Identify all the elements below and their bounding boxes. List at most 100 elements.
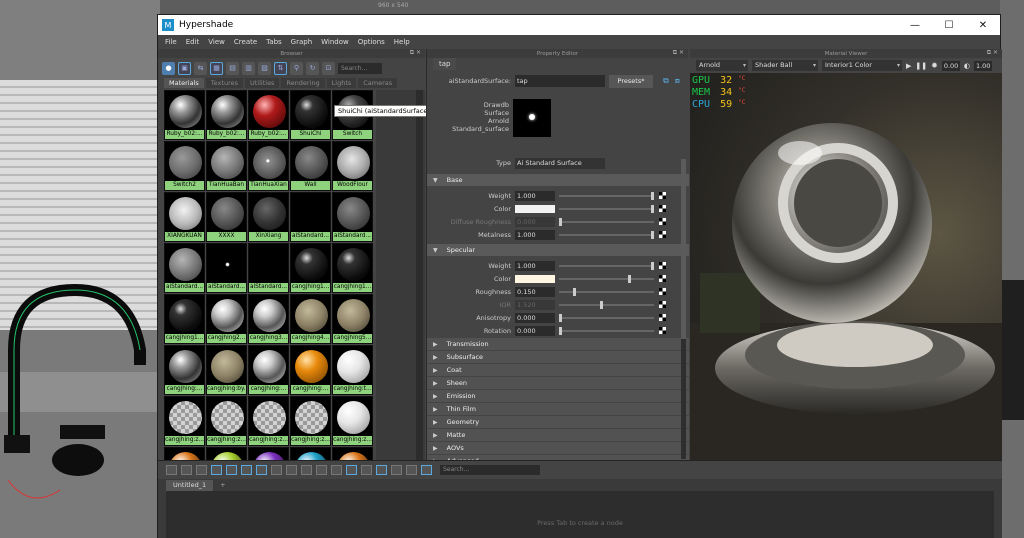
grid-icon[interactable] — [361, 465, 372, 475]
numeric-field[interactable]: 1.000 — [515, 229, 555, 240]
material-swatch[interactable]: cangjhing3... — [248, 294, 289, 344]
material-swatch[interactable]: cangjhing4... — [290, 294, 331, 344]
menu-view[interactable]: View — [208, 38, 225, 46]
attribute-slider[interactable] — [559, 300, 654, 309]
attribute-slider[interactable] — [559, 204, 654, 213]
material-swatch[interactable]: cangjhing:z... — [332, 396, 373, 446]
attribute-slider[interactable] — [559, 313, 654, 322]
presets-button[interactable]: Presets* — [609, 74, 653, 88]
grid-view-icon[interactable]: ▥ — [242, 61, 255, 75]
focus-icon[interactable]: ⧈ — [675, 76, 680, 86]
minimize-button[interactable]: — — [898, 20, 932, 31]
material-swatch[interactable]: cangjhing:... — [248, 345, 289, 395]
material-swatch[interactable]: cangjhing:... — [290, 345, 331, 395]
panel-float-close-icon[interactable]: ⧉ ✕ — [410, 49, 421, 57]
node-graph-canvas[interactable]: Press Tab to create a node — [166, 491, 994, 538]
filter-icon[interactable]: ⚲ — [290, 61, 303, 75]
menu-tabs[interactable]: Tabs — [266, 38, 282, 46]
tab-utilities[interactable]: Utilities — [244, 78, 280, 88]
material-swatch[interactable]: cangjhing:z... — [248, 396, 289, 446]
material-swatch[interactable]: TianHuaBan — [206, 141, 247, 191]
map-button-icon[interactable] — [659, 218, 666, 225]
slider-handle[interactable] — [559, 326, 562, 335]
snap-icon[interactable] — [376, 465, 387, 475]
numeric-field[interactable]: 0.150 — [515, 286, 555, 297]
slider-handle[interactable] — [572, 287, 576, 296]
scrollbar-thumb[interactable] — [681, 159, 686, 339]
collapsed-section[interactable]: ▶ Coat — [427, 364, 689, 376]
pause-icon[interactable]: ❚❚ — [915, 62, 927, 70]
material-swatch[interactable]: cangjhing:z... — [290, 396, 331, 446]
color-swatch-field[interactable] — [515, 204, 555, 213]
gamma-field[interactable]: 1.00 — [973, 60, 992, 71]
collapsed-section[interactable]: ▶ Geometry — [427, 416, 689, 428]
custom-mode-icon[interactable] — [316, 465, 327, 475]
shape-dropdown[interactable]: Shader Ball — [752, 60, 818, 71]
material-swatch[interactable]: WoodFlour — [332, 141, 373, 191]
material-swatch[interactable]: cangjhing1... — [164, 294, 205, 344]
attribute-slider[interactable] — [559, 287, 654, 296]
slider-handle[interactable] — [559, 217, 562, 226]
toggle-on-icon[interactable]: ● — [162, 61, 175, 75]
property-editor-scrollbar[interactable] — [681, 159, 686, 459]
collapsed-section[interactable]: ▶ Subsurface — [427, 351, 689, 363]
menu-help[interactable]: Help — [394, 38, 410, 46]
select-icon[interactable] — [421, 465, 432, 475]
simple-mode-icon[interactable] — [271, 465, 282, 475]
map-button-icon[interactable] — [659, 314, 666, 321]
maximize-button[interactable]: ☐ — [932, 20, 966, 31]
material-swatch[interactable]: cangjhing:by... — [206, 345, 247, 395]
material-swatch[interactable]: cangjhing2... — [206, 294, 247, 344]
material-swatch[interactable]: Switch2 — [164, 141, 205, 191]
material-swatch[interactable]: XIANGKUAN — [164, 192, 205, 242]
numeric-field[interactable]: 0.000 — [515, 312, 555, 323]
tab-materials[interactable]: Materials — [164, 78, 204, 88]
material-swatch[interactable]: Ruby_b02:... — [206, 90, 247, 140]
material-swatch[interactable]: XinXiang — [248, 192, 289, 242]
tab-textures[interactable]: Textures — [205, 78, 243, 88]
material-swatch[interactable]: TianHuaXian — [248, 141, 289, 191]
tab-untitled-1[interactable]: Untitled_1 — [166, 480, 214, 491]
material-swatch[interactable] — [164, 447, 205, 461]
swatch-icon[interactable] — [391, 465, 402, 475]
clear-graph-icon[interactable] — [211, 465, 222, 475]
collapsed-section[interactable]: ▶ Thin Film — [427, 403, 689, 415]
frame-icon[interactable] — [346, 465, 357, 475]
slider-handle[interactable] — [651, 204, 654, 213]
node-search-input[interactable]: Search... — [440, 465, 540, 475]
material-render-view[interactable]: GPU 32 °C MEM 34 °C CPU 59 °C — [690, 73, 1002, 474]
menu-edit[interactable]: Edit — [186, 38, 200, 46]
material-swatch[interactable]: XXXX — [206, 192, 247, 242]
attribute-slider[interactable] — [559, 261, 654, 270]
graph-output-icon[interactable] — [181, 465, 192, 475]
section-specular[interactable]: ▼ Specular — [427, 244, 689, 256]
material-swatch[interactable]: cangjhing1... — [290, 243, 331, 293]
slider-handle[interactable] — [600, 300, 604, 309]
close-button[interactable]: ✕ — [966, 20, 1000, 31]
connect-icon[interactable]: ⇆ — [194, 61, 207, 75]
material-swatch[interactable]: Ruby_b02:... — [248, 90, 289, 140]
material-swatch[interactable]: cangjhing:z... — [164, 396, 205, 446]
material-swatch[interactable]: aiStandard... — [332, 192, 373, 242]
search-icon[interactable] — [331, 465, 342, 475]
numeric-field[interactable]: 1.000 — [515, 190, 555, 201]
bookmark-icon[interactable] — [406, 465, 417, 475]
graph-icon[interactable]: ▣ — [178, 61, 191, 75]
numeric-field[interactable]: 1.000 — [515, 260, 555, 271]
play-icon[interactable]: ▶ — [906, 62, 911, 70]
panel-float-close-icon[interactable]: ⧉ ✕ — [987, 49, 998, 57]
section-base[interactable]: ▼ Base — [427, 174, 689, 186]
numeric-field[interactable]: 0.000 — [515, 325, 555, 336]
attribute-slider[interactable] — [559, 230, 654, 239]
list-view-icon[interactable]: ▤ — [226, 61, 239, 75]
material-swatch[interactable]: aiStandard... — [164, 243, 205, 293]
tab-lights[interactable]: Lights — [326, 78, 357, 88]
attribute-slider[interactable] — [559, 217, 654, 226]
full-mode-icon[interactable] — [301, 465, 312, 475]
attribute-slider[interactable] — [559, 326, 654, 335]
material-swatch[interactable]: Ruby_b02:... — [164, 90, 205, 140]
detail-view-icon[interactable]: ▧ — [258, 61, 271, 75]
map-button-icon[interactable] — [659, 275, 666, 282]
map-button-icon[interactable] — [659, 205, 666, 212]
icon-view-icon[interactable]: ▦ — [210, 61, 223, 75]
